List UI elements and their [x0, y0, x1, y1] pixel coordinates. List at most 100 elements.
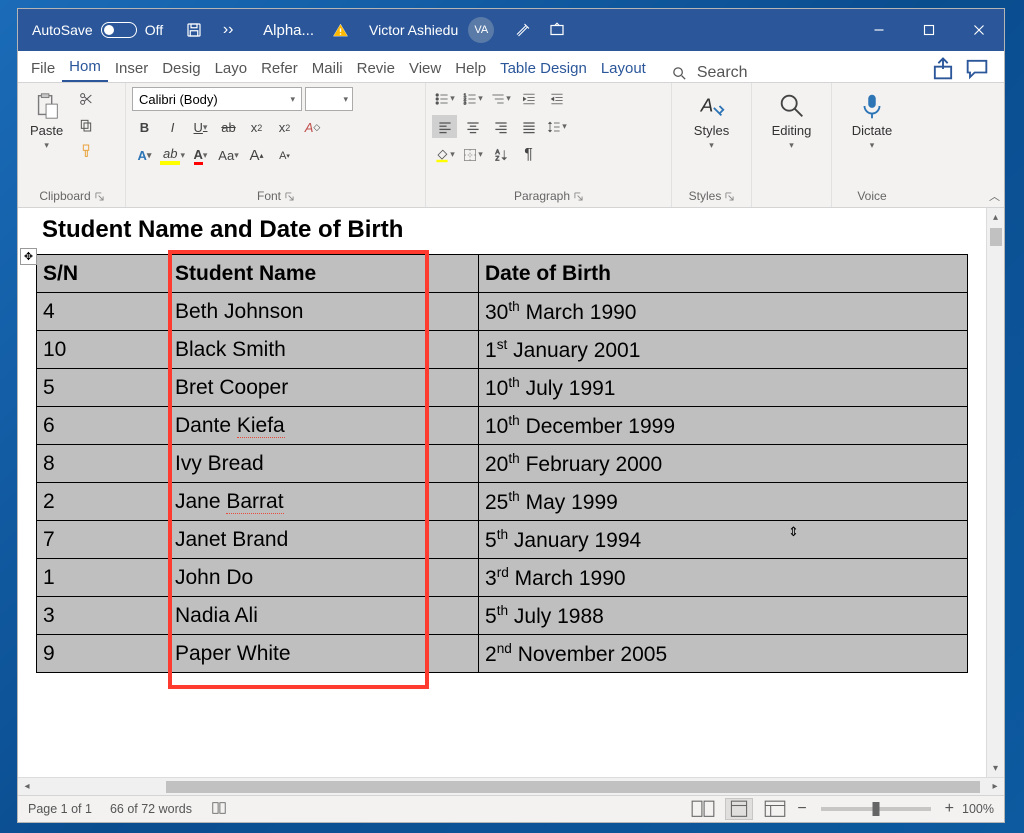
cell-name[interactable]: Beth Johnson: [169, 293, 479, 331]
cell-sn[interactable]: 6: [37, 407, 169, 445]
collapse-ribbon-button[interactable]: ︿: [989, 188, 1000, 204]
cell-name[interactable]: Ivy Bread: [169, 445, 479, 483]
tab-table-design[interactable]: Table Design: [493, 55, 594, 82]
tab-review[interactable]: Revie: [350, 55, 402, 82]
qat-overflow-button[interactable]: ››: [211, 9, 245, 51]
align-left-button[interactable]: [432, 115, 457, 138]
increase-indent-button[interactable]: [544, 87, 569, 110]
tab-layout[interactable]: Layo: [208, 55, 255, 82]
spell-check-button[interactable]: [210, 800, 228, 819]
highlight-button[interactable]: ab▾: [160, 144, 185, 167]
table-row[interactable]: 1John Do3rd March 1990: [37, 559, 968, 597]
maximize-button[interactable]: [904, 9, 954, 51]
cell-dob[interactable]: 2nd November 2005: [479, 635, 968, 673]
page[interactable]: Student Name and Date of Birth ✥ S/N Stu…: [18, 208, 986, 777]
read-mode-button[interactable]: [689, 798, 717, 820]
multilevel-list-button[interactable]: ▾: [488, 87, 513, 110]
cell-dob[interactable]: 5th July 1988: [479, 597, 968, 635]
tab-design[interactable]: Desig: [155, 55, 207, 82]
web-layout-button[interactable]: [761, 798, 789, 820]
borders-button[interactable]: ▾: [460, 143, 485, 166]
clear-formatting-button[interactable]: A◇: [300, 116, 325, 139]
scroll-right-button[interactable]: ▸: [986, 781, 1004, 792]
table-row[interactable]: 3Nadia Ali5th July 1988: [37, 597, 968, 635]
cell-dob[interactable]: 5th January 1994: [479, 521, 968, 559]
text-effects-button[interactable]: A ▾: [132, 144, 157, 167]
cell-dob[interactable]: 10th July 1991: [479, 369, 968, 407]
print-layout-button[interactable]: [725, 798, 753, 820]
tab-help[interactable]: Help: [448, 55, 493, 82]
paste-button[interactable]: Paste ▾: [24, 87, 69, 155]
cell-name[interactable]: Nadia Ali: [169, 597, 479, 635]
cell-name[interactable]: John Do: [169, 559, 479, 597]
table-row[interactable]: 5Bret Cooper10th July 1991: [37, 369, 968, 407]
decrease-indent-button[interactable]: [516, 87, 541, 110]
user-account[interactable]: Victor Ashiedu VA: [357, 17, 506, 43]
touch-mode-button[interactable]: [506, 9, 540, 51]
minimize-button[interactable]: [854, 9, 904, 51]
cell-dob[interactable]: 30th March 1990: [479, 293, 968, 331]
close-button[interactable]: [954, 9, 1004, 51]
table-row[interactable]: 9Paper White2nd November 2005: [37, 635, 968, 673]
cell-dob[interactable]: 25th May 1999: [479, 483, 968, 521]
dialog-launcher-icon[interactable]: [285, 192, 294, 201]
cell-sn[interactable]: 5: [37, 369, 169, 407]
zoom-slider-knob[interactable]: [872, 802, 879, 816]
shading-button[interactable]: ▾: [432, 143, 457, 166]
tab-home[interactable]: Hom: [62, 53, 108, 82]
superscript-button[interactable]: x2: [272, 116, 297, 139]
cell-name[interactable]: Black Smith: [169, 331, 479, 369]
underline-button[interactable]: U ▾: [188, 116, 213, 139]
horizontal-scrollbar[interactable]: ◂ ▸: [18, 777, 1004, 795]
search-box[interactable]: Search: [671, 64, 748, 82]
bold-button[interactable]: B: [132, 116, 157, 139]
cell-dob[interactable]: 1st January 2001: [479, 331, 968, 369]
scroll-up-button[interactable]: ▴: [987, 208, 1004, 226]
cell-sn[interactable]: 10: [37, 331, 169, 369]
dictate-button[interactable]: Dictate▾: [846, 87, 898, 155]
page-indicator[interactable]: Page 1 of 1: [28, 802, 92, 816]
align-right-button[interactable]: [488, 115, 513, 138]
cell-sn[interactable]: 3: [37, 597, 169, 635]
bullets-button[interactable]: ▾: [432, 87, 457, 110]
sort-button[interactable]: AZ: [488, 143, 513, 166]
cell-name[interactable]: Janet Brand: [169, 521, 479, 559]
cell-sn[interactable]: 9: [37, 635, 169, 673]
hscroll-thumb[interactable]: [166, 781, 980, 793]
scroll-down-button[interactable]: ▾: [987, 759, 1004, 777]
vertical-scrollbar[interactable]: ▴ ▾: [986, 208, 1004, 777]
tab-file[interactable]: File: [24, 55, 62, 82]
cell-name[interactable]: Bret Cooper: [169, 369, 479, 407]
align-center-button[interactable]: [460, 115, 485, 138]
word-count[interactable]: 66 of 72 words: [110, 802, 192, 816]
italic-button[interactable]: I: [160, 116, 185, 139]
strikethrough-button[interactable]: ab: [216, 116, 241, 139]
zoom-level[interactable]: 100%: [962, 802, 994, 816]
font-size-select[interactable]: ▾: [305, 87, 353, 111]
cell-dob[interactable]: 3rd March 1990: [479, 559, 968, 597]
table-move-handle[interactable]: ✥: [20, 248, 37, 265]
cell-sn[interactable]: 8: [37, 445, 169, 483]
justify-button[interactable]: [516, 115, 541, 138]
show-marks-button[interactable]: ¶: [516, 143, 541, 166]
subscript-button[interactable]: x2: [244, 116, 269, 139]
numbering-button[interactable]: 123▾: [460, 87, 485, 110]
zoom-out-button[interactable]: −: [797, 800, 806, 818]
cut-button[interactable]: [73, 87, 98, 110]
dialog-launcher-icon[interactable]: [95, 192, 104, 201]
grow-font-button[interactable]: A▴: [244, 144, 269, 167]
zoom-in-button[interactable]: +: [945, 800, 954, 818]
font-color-button[interactable]: A ▾: [188, 144, 213, 167]
cell-name[interactable]: Paper White: [169, 635, 479, 673]
shrink-font-button[interactable]: A▾: [272, 144, 297, 167]
dialog-launcher-icon[interactable]: [725, 192, 734, 201]
tab-references[interactable]: Refer: [254, 55, 305, 82]
share-button[interactable]: [928, 56, 958, 82]
student-table[interactable]: S/N Student Name Date of Birth 4Beth Joh…: [36, 254, 968, 673]
cell-sn[interactable]: 4: [37, 293, 169, 331]
font-name-select[interactable]: Calibri (Body)▾: [132, 87, 302, 111]
zoom-slider[interactable]: [821, 807, 931, 811]
ribbon-display-button[interactable]: [540, 9, 574, 51]
cell-sn[interactable]: 7: [37, 521, 169, 559]
scroll-thumb[interactable]: [990, 228, 1002, 246]
